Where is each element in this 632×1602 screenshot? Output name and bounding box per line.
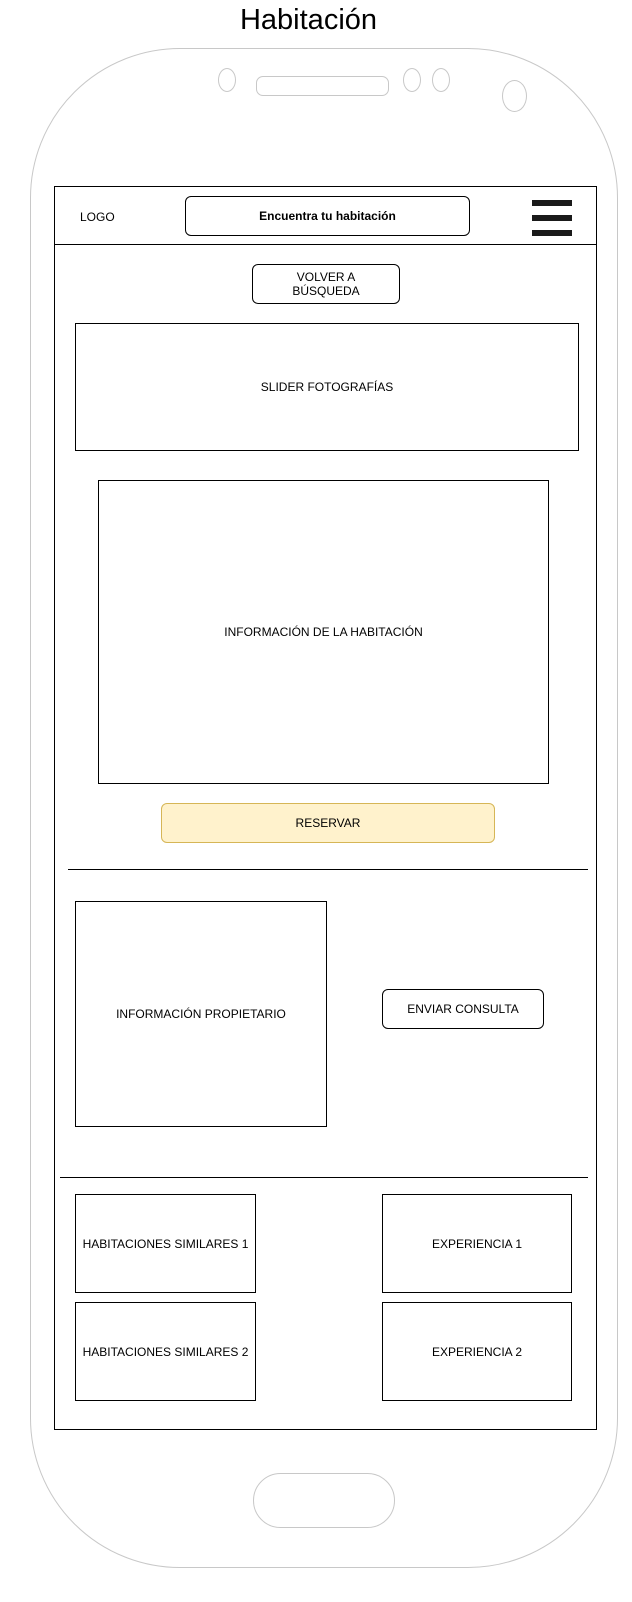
similar-room-card[interactable]: HABITACIONES SIMILARES 2 xyxy=(75,1302,256,1401)
menu-bar xyxy=(532,200,572,206)
back-to-search-button[interactable]: VOLVER A BÚSQUEDA xyxy=(252,264,400,304)
send-query-button[interactable]: ENVIAR CONSULTA xyxy=(382,989,544,1029)
speaker-grille xyxy=(256,76,389,96)
logo: LOGO xyxy=(80,210,115,224)
front-sensor-icon xyxy=(432,68,450,92)
front-camera-icon xyxy=(502,80,527,112)
section-divider xyxy=(68,869,588,870)
photo-slider[interactable]: SLIDER FOTOGRAFÍAS xyxy=(75,323,579,451)
home-button[interactable] xyxy=(253,1473,395,1528)
search-bar[interactable]: Encuentra tu habitación xyxy=(185,196,470,236)
back-to-search-label: VOLVER A BÚSQUEDA xyxy=(292,270,360,298)
page-title: Habitación xyxy=(239,4,378,36)
section-divider xyxy=(60,1177,588,1178)
owner-information: INFORMACIÓN PROPIETARIO xyxy=(75,901,327,1127)
experience-card[interactable]: EXPERIENCIA 1 xyxy=(382,1194,572,1293)
room-information: INFORMACIÓN DE LA HABITACIÓN xyxy=(98,480,549,784)
reserve-button[interactable]: RESERVAR xyxy=(161,803,495,843)
menu-bar xyxy=(532,215,572,221)
front-sensor-icon xyxy=(403,68,421,92)
similar-room-card[interactable]: HABITACIONES SIMILARES 1 xyxy=(75,1194,256,1293)
menu-bar xyxy=(532,230,572,236)
hamburger-menu-icon[interactable] xyxy=(532,200,572,236)
header-divider xyxy=(54,244,597,245)
front-sensor-left-icon xyxy=(218,68,236,92)
experience-card[interactable]: EXPERIENCIA 2 xyxy=(382,1302,572,1401)
